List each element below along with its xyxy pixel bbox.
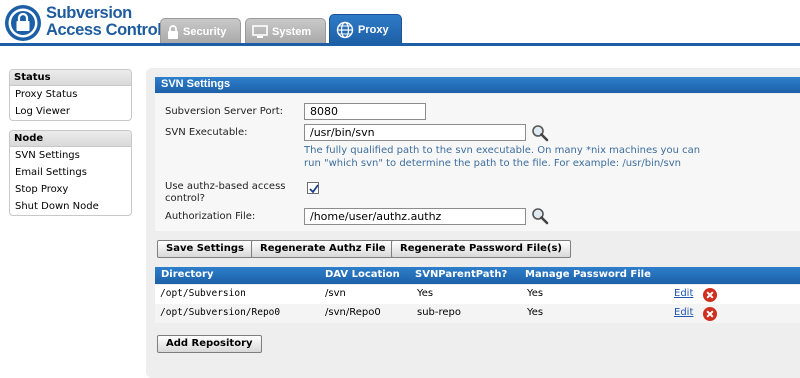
regenerate-authz-button[interactable]: Regenerate Authz File (251, 240, 395, 258)
globe-icon (336, 21, 354, 39)
edit-link[interactable]: Edit (674, 288, 693, 299)
sidebar-item-svn-settings[interactable]: SVN Settings (10, 147, 131, 164)
delete-icon[interactable] (703, 307, 717, 321)
sidebar-item-email-settings[interactable]: Email Settings (10, 164, 131, 181)
svn-settings-title: SVN Settings (155, 77, 800, 93)
regenerate-password-button[interactable]: Regenerate Password File(s) (391, 240, 572, 258)
brand-line-1: Subversion (46, 4, 132, 22)
sidebar-item-log-viewer[interactable]: Log Viewer (10, 103, 131, 120)
cell-dav-location: /svn/Repo0 (325, 307, 381, 318)
cell-svnparentpath: sub-repo (417, 307, 462, 318)
authz-label: Use authz-based access control? (165, 181, 286, 205)
authz-label-line-2: control? (165, 193, 205, 204)
port-label: Subversion Server Port: (165, 106, 284, 117)
cell-directory: /opt/Subversion (160, 288, 246, 299)
sidebar-status-section: Status Proxy Status Log Viewer (9, 69, 132, 121)
checkmark-icon (309, 184, 319, 194)
column-header-dav-location: DAV Location (325, 269, 400, 280)
column-header-directory: Directory (161, 269, 214, 280)
cell-svnparentpath: Yes (417, 288, 434, 299)
repository-table-header: Directory DAV Location SVNParentPath? Ma… (155, 267, 800, 284)
table-row: /opt/Subversion /svn Yes Yes Edit (155, 285, 800, 304)
tab-system[interactable]: System (245, 18, 326, 44)
edit-link[interactable]: Edit (674, 307, 693, 318)
tab-proxy[interactable]: Proxy (329, 14, 402, 44)
lock-icon (167, 24, 179, 39)
svn-executable-label: SVN Executable: (165, 127, 248, 138)
tab-security[interactable]: Security (160, 18, 241, 44)
svn-executable-hint: The fully qualified path to the svn exec… (304, 145, 701, 169)
sidebar-status-title: Status (10, 70, 131, 86)
app-header: Subversion Access Control Security Syste… (0, 0, 800, 50)
save-settings-button[interactable]: Save Settings (157, 240, 253, 258)
column-header-manage-password: Manage Password File (525, 269, 651, 280)
table-row: /opt/Subversion/Repo0 /svn/Repo0 sub-rep… (155, 304, 800, 323)
authz-label-line-1: Use authz-based access (165, 181, 286, 192)
authorization-file-input[interactable] (304, 208, 526, 225)
authorization-file-label: Authorization File: (165, 211, 256, 222)
monitor-icon (252, 24, 268, 39)
app-brand: Subversion Access Control (46, 4, 162, 39)
add-repository-button[interactable]: Add Repository (157, 335, 262, 353)
port-input[interactable] (304, 103, 426, 120)
column-header-svnparentpath: SVNParentPath? (415, 269, 508, 280)
sidebar-item-proxy-status[interactable]: Proxy Status (10, 86, 131, 103)
cell-manage-password: Yes (527, 307, 544, 318)
tab-system-label: System (272, 25, 312, 38)
svn-executable-input[interactable] (304, 124, 526, 141)
cell-directory: /opt/Subversion/Repo0 (160, 307, 281, 318)
search-icon[interactable] (531, 207, 549, 225)
lock-logo-icon (5, 5, 41, 41)
tab-proxy-label: Proxy (358, 23, 389, 36)
tab-security-label: Security (183, 25, 227, 38)
sidebar-item-shut-down-node[interactable]: Shut Down Node (10, 198, 131, 215)
sidebar-item-stop-proxy[interactable]: Stop Proxy (10, 181, 131, 198)
sidebar-node-section: Node SVN Settings Email Settings Stop Pr… (9, 130, 132, 216)
search-icon[interactable] (531, 124, 549, 142)
delete-icon[interactable] (703, 288, 717, 302)
brand-line-2: Access Control (46, 21, 162, 39)
authz-checkbox[interactable] (307, 182, 319, 194)
cell-manage-password: Yes (527, 288, 544, 299)
cell-dav-location: /svn (325, 288, 346, 299)
sidebar-node-title: Node (10, 131, 131, 147)
header-divider (0, 43, 800, 46)
